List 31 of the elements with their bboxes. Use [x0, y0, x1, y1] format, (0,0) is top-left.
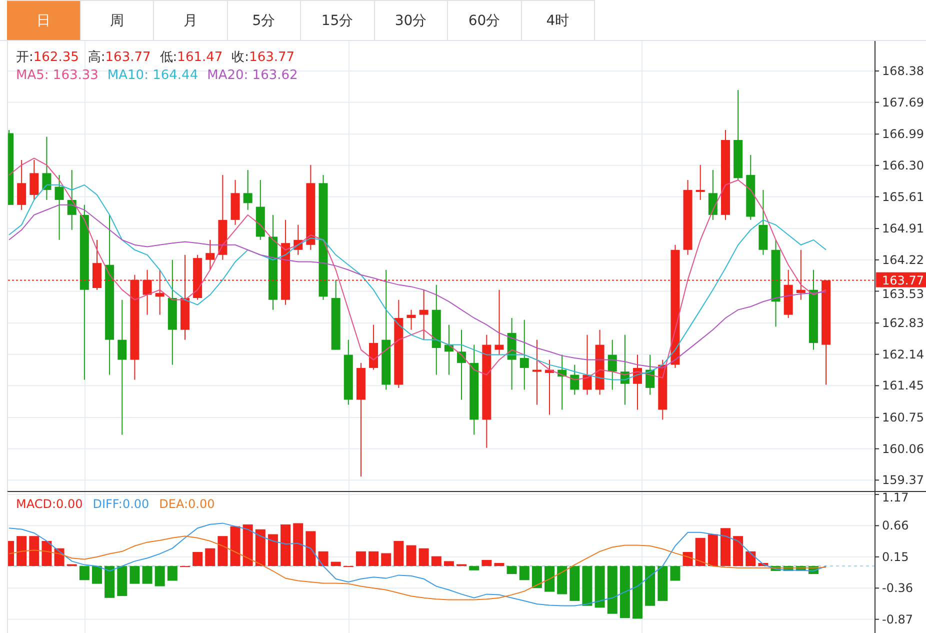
price-axis-label: 162.14	[882, 347, 924, 362]
macd-value: DEA:0.00	[159, 497, 215, 511]
macd-axis-label: -0.36	[882, 581, 914, 596]
ohlc-value: 开:162.35	[16, 49, 79, 66]
ref-line-label: 163.77	[882, 273, 924, 288]
price-axis-label: 165.61	[882, 190, 924, 204]
macd-axis-label: 1.17	[882, 492, 909, 504]
price-axis-label: 167.69	[882, 95, 924, 110]
price-axis-label: 166.99	[882, 127, 924, 142]
price-axis-label: 164.22	[882, 252, 924, 267]
ma-value: MA20: 163.62	[207, 67, 298, 84]
macd-axis-label: 0.66	[882, 518, 909, 533]
ma-value: MA10: 164.44	[107, 67, 198, 84]
price-axis-label: 161.45	[882, 378, 924, 393]
last-price-tag: 163.77	[876, 272, 926, 288]
ohlc-value: 低:161.47	[160, 49, 223, 66]
ohlc-value: 收:163.77	[232, 49, 295, 66]
macd-value: MACD:0.00	[16, 497, 83, 511]
price-axis-label: 160.75	[882, 410, 924, 424]
ohlc-value: 高:163.77	[88, 49, 151, 66]
ma-value: MA5: 163.33	[16, 67, 98, 84]
macd-value: DIFF:0.00	[92, 497, 150, 511]
price-axis-label: 168.38	[882, 64, 924, 78]
price-axis-label: 162.83	[882, 316, 924, 330]
macd-axis-label: -0.87	[882, 612, 914, 626]
price-axis-label: 159.37	[882, 473, 924, 488]
price-axis-label: 160.06	[882, 442, 924, 456]
macd-axis-label: 0.15	[882, 550, 909, 564]
price-axis-label: 166.30	[882, 158, 924, 172]
price-axis-label: 163.53	[882, 287, 924, 302]
price-axis-label: 164.91	[882, 222, 924, 236]
